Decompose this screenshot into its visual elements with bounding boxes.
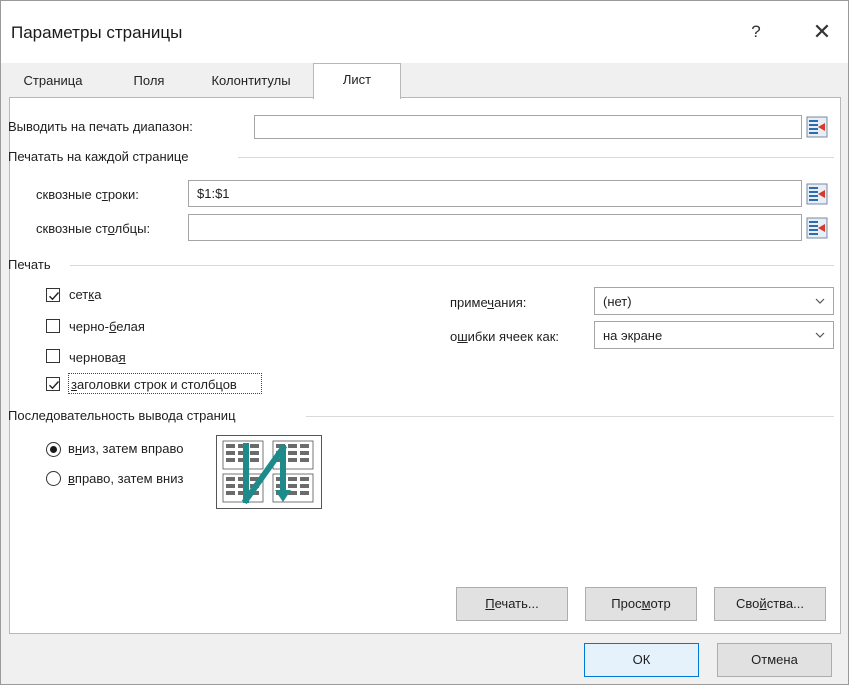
printer-options-button[interactable]: Свойства...: [714, 587, 826, 621]
over-then-down-label[interactable]: вправо, затем вниз: [68, 471, 183, 486]
page-setup-dialog: Параметры страницы ? ✕ Страница Поля Кол…: [0, 0, 849, 685]
print-button[interactable]: Печать...: [456, 587, 568, 621]
columns-to-repeat-text[interactable]: [189, 215, 801, 240]
cancel-button[interactable]: Отмена: [717, 643, 832, 677]
print-area-input[interactable]: [254, 115, 802, 139]
cell-errors-dropdown[interactable]: на экране: [594, 321, 834, 349]
cell-errors-value: на экране: [603, 328, 663, 343]
row-column-headings-checkbox[interactable]: [46, 377, 60, 391]
checkmark-icon: [49, 292, 60, 301]
chevron-down-icon[interactable]: [807, 288, 833, 314]
cell-errors-label: ошибки ячеек как:: [450, 329, 560, 344]
sheet-tab-panel: Выводить на печать диапазон: Печатать на…: [8, 97, 841, 634]
draft-quality-checkbox[interactable]: [46, 349, 60, 363]
page-order-preview: [216, 435, 322, 509]
draft-quality-label[interactable]: черновая: [69, 350, 126, 365]
print-titles-section-label: Печатать на каждой странице: [8, 149, 189, 164]
print-area-label: Выводить на печать диапазон:: [8, 119, 193, 134]
over-then-down-radio[interactable]: [46, 471, 61, 486]
ok-button[interactable]: ОК: [584, 643, 699, 677]
down-then-over-label[interactable]: вниз, затем вправо: [68, 441, 183, 456]
range-select-icon: [806, 183, 828, 205]
section-divider: [306, 416, 834, 417]
black-and-white-checkbox[interactable]: [46, 319, 60, 333]
comments-value: (нет): [603, 294, 632, 309]
range-select-icon: [806, 116, 828, 138]
tab-page[interactable]: Страница: [11, 65, 95, 97]
down-then-over-radio[interactable]: [46, 442, 61, 457]
tab-margins[interactable]: Поля: [119, 65, 179, 97]
gridlines-label[interactable]: сетка: [69, 287, 101, 302]
comments-dropdown[interactable]: (нет): [594, 287, 834, 315]
page-order-section-label: Последовательность вывода страниц: [8, 408, 236, 423]
section-divider: [238, 157, 834, 158]
columns-to-repeat-label: сквозные столбцы:: [36, 221, 151, 236]
close-button[interactable]: ✕: [807, 17, 837, 47]
radio-selected-dot: [50, 446, 57, 453]
black-and-white-label[interactable]: черно-белая: [69, 319, 145, 334]
print-preview-button[interactable]: Просмотр: [585, 587, 697, 621]
columns-to-repeat-input[interactable]: [188, 214, 802, 241]
range-select-icon: [806, 217, 828, 239]
comments-label: примечания:: [450, 295, 527, 310]
rows-to-repeat-text[interactable]: [189, 181, 801, 206]
tab-header-footer[interactable]: Колонтитулы: [197, 65, 305, 97]
page-order-down-then-over-icon: [222, 440, 314, 505]
help-button[interactable]: ?: [741, 17, 771, 47]
rows-to-repeat-input[interactable]: [188, 180, 802, 207]
title-bar: Параметры страницы ? ✕: [1, 1, 848, 63]
print-area-collapse-button[interactable]: [806, 116, 828, 138]
checkmark-icon: [49, 381, 60, 390]
section-divider: [70, 265, 834, 266]
dialog-title: Параметры страницы: [11, 23, 183, 42]
tab-sheet[interactable]: Лист: [313, 63, 401, 99]
columns-to-repeat-collapse-button[interactable]: [806, 217, 828, 239]
chevron-down-icon[interactable]: [807, 322, 833, 348]
print-section-label: Печать: [8, 257, 51, 272]
print-area-text[interactable]: [255, 116, 801, 138]
row-column-headings-label[interactable]: заголовки строк и столбцов: [71, 377, 237, 392]
rows-to-repeat-label: сквозные строки:: [36, 187, 139, 202]
rows-to-repeat-collapse-button[interactable]: [806, 183, 828, 205]
gridlines-checkbox[interactable]: [46, 288, 60, 302]
